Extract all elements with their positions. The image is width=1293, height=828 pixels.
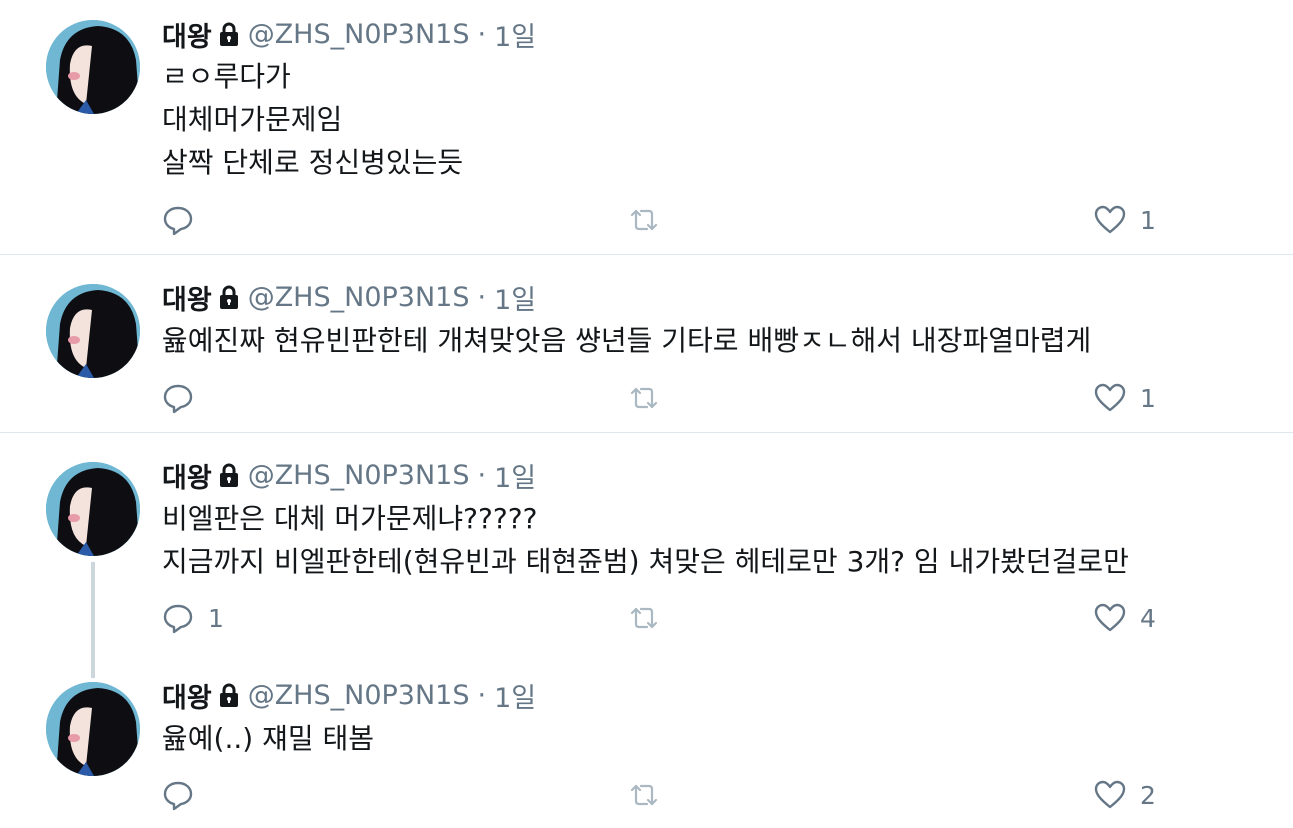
tweet-actions: 1	[162, 202, 1162, 238]
lock-icon	[219, 285, 238, 309]
tweet[interactable]: 대왕 @ZHS_N0P3N1S · 1일 ㄹㅇ루다가 대체머가문제임 살짝 단체…	[0, 0, 1293, 254]
like-button[interactable]: 4	[1094, 600, 1156, 636]
separator-dot: ·	[477, 679, 487, 711]
tweet-text-line: 윮예진짜 현유빈판한테 개쳐맞앗음 썅년들 기타로 배빵ㅈㄴ해서 내장파열마렵게	[162, 324, 1092, 357]
like-count: 2	[1140, 780, 1156, 810]
retweet-button[interactable]	[628, 380, 674, 416]
reply-button[interactable]	[162, 202, 208, 238]
tweet[interactable]: 대왕 @ZHS_N0P3N1S · 1일 윮예(..) 쟤밀 태봄 2	[0, 663, 1293, 828]
reply-icon	[163, 604, 193, 634]
reply-button[interactable]	[162, 380, 208, 416]
avatar[interactable]	[46, 284, 140, 378]
lock-icon	[219, 683, 238, 707]
heart-icon	[1094, 205, 1126, 234]
heart-icon	[1094, 603, 1126, 632]
lock-icon	[219, 463, 238, 487]
reply-icon	[163, 206, 193, 236]
separator-dot: ·	[477, 281, 487, 313]
avatar[interactable]	[46, 20, 140, 114]
user-handle[interactable]: @ZHS_N0P3N1S	[248, 680, 470, 711]
tweet[interactable]: 대왕 @ZHS_N0P3N1S · 1일 비엘판은 대체 머가문제냐????? …	[0, 433, 1293, 663]
tweet-text: 윮예(..) 쟤밀 태봄	[162, 717, 374, 760]
display-name[interactable]: 대왕	[162, 278, 212, 317]
retweet-button[interactable]	[628, 777, 674, 813]
like-count: 1	[1140, 205, 1156, 235]
timestamp[interactable]: 1일	[494, 676, 536, 715]
display-name[interactable]: 대왕	[162, 456, 212, 495]
retweet-button[interactable]	[628, 600, 674, 636]
timestamp[interactable]: 1일	[494, 456, 536, 495]
user-handle[interactable]: @ZHS_N0P3N1S	[248, 282, 470, 313]
reply-icon	[163, 781, 193, 811]
tweet-text-line: 지금까지 비엘판한테(현유빈과 태현쥰범) 쳐맞은 헤테로만 3개? 임 내가봤…	[162, 545, 1129, 578]
reply-button[interactable]: 1	[162, 600, 224, 636]
avatar[interactable]	[46, 682, 140, 776]
separator-dot: ·	[477, 459, 487, 491]
lock-icon	[219, 22, 238, 46]
tweet-actions: 1	[162, 380, 1162, 416]
tweet[interactable]: 대왕 @ZHS_N0P3N1S · 1일 윮예진짜 현유빈판한테 개쳐맞앗음 썅…	[0, 255, 1293, 432]
tweet-text: ㄹㅇ루다가 대체머가문제임 살짝 단체로 정신병있는듯	[162, 55, 463, 184]
like-button[interactable]: 1	[1094, 202, 1156, 238]
retweet-icon	[630, 607, 658, 629]
display-name[interactable]: 대왕	[162, 676, 212, 715]
user-handle[interactable]: @ZHS_N0P3N1S	[248, 19, 470, 50]
like-button[interactable]: 2	[1094, 777, 1156, 813]
tweet-actions: 2	[162, 777, 1162, 813]
tweet-text-line: 비엘판은 대체 머가문제냐?????	[162, 502, 538, 535]
timestamp[interactable]: 1일	[494, 15, 536, 54]
retweet-icon	[630, 784, 658, 806]
retweet-icon	[630, 209, 658, 231]
tweet-text-line: 대체머가문제임	[162, 103, 343, 136]
separator-dot: ·	[477, 18, 487, 50]
tweet-text: 비엘판은 대체 머가문제냐????? 지금까지 비엘판한테(현유빈과 태현쥰범)…	[162, 497, 1129, 583]
heart-icon	[1094, 383, 1126, 412]
tweet-text-line: 윮예(..) 쟤밀 태봄	[162, 722, 375, 755]
avatar[interactable]	[46, 462, 140, 556]
tweet-text-line: 살짝 단체로 정신병있는듯	[162, 146, 464, 179]
tweet-text: 윮예진짜 현유빈판한테 개쳐맞앗음 썅년들 기타로 배빵ㅈㄴ해서 내장파열마렵게	[162, 319, 1091, 362]
timestamp[interactable]: 1일	[494, 278, 536, 317]
tweet-actions: 1 4	[162, 600, 1162, 636]
heart-icon	[1094, 780, 1126, 809]
like-count: 1	[1140, 383, 1156, 413]
user-handle[interactable]: @ZHS_N0P3N1S	[248, 460, 470, 491]
reply-icon	[163, 384, 193, 414]
display-name[interactable]: 대왕	[162, 15, 212, 54]
reply-count: 1	[208, 603, 224, 633]
retweet-icon	[630, 387, 658, 409]
reply-button[interactable]	[162, 777, 208, 813]
like-button[interactable]: 1	[1094, 380, 1156, 416]
tweet-text-line: ㄹㅇ루다가	[162, 60, 291, 93]
retweet-button[interactable]	[628, 202, 674, 238]
like-count: 4	[1140, 603, 1156, 633]
